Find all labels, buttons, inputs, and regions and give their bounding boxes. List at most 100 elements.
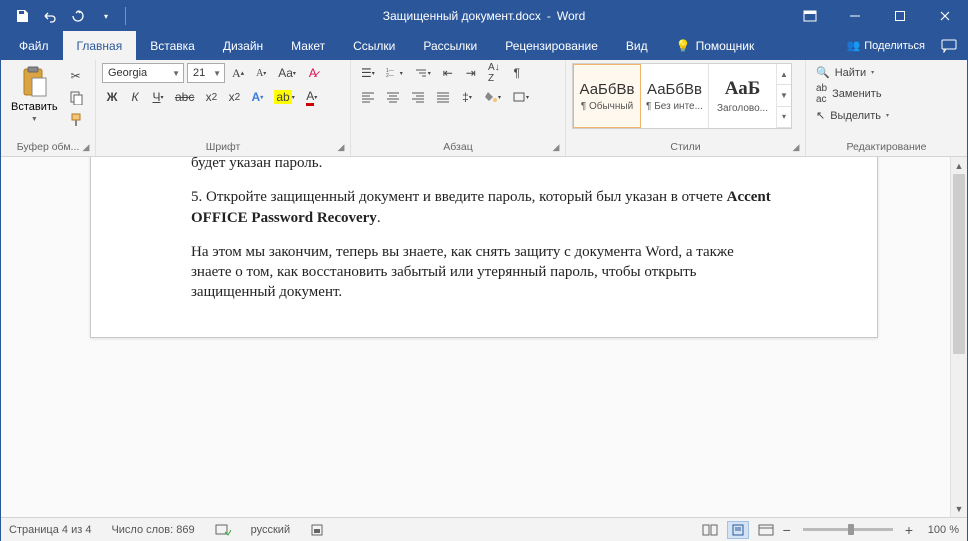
tab-home[interactable]: Главная bbox=[63, 31, 137, 60]
qat-customize-icon[interactable]: ▾ bbox=[95, 5, 117, 27]
undo-icon[interactable] bbox=[39, 5, 61, 27]
tab-design[interactable]: Дизайн bbox=[209, 31, 277, 60]
minimize-icon[interactable] bbox=[832, 1, 877, 31]
italic-icon[interactable]: К bbox=[125, 87, 145, 107]
comments-icon[interactable] bbox=[935, 39, 963, 53]
tab-file[interactable]: Файл bbox=[5, 31, 63, 60]
scroll-up-icon[interactable]: ▲ bbox=[777, 64, 791, 85]
select-button[interactable]: ↖Выделить▾ bbox=[812, 108, 961, 123]
paragraph-launcher-icon[interactable]: ◢ bbox=[550, 141, 562, 153]
increase-indent-icon[interactable]: ⇥ bbox=[461, 63, 481, 83]
styles-gallery[interactable]: АаБбВв ¶ Обычный АаБбВв ¶ Без инте... Аа… bbox=[572, 63, 792, 129]
copy-icon[interactable] bbox=[65, 88, 87, 108]
styles-expand-icon[interactable]: ▾ bbox=[777, 107, 791, 128]
status-language[interactable]: русский bbox=[251, 524, 290, 536]
superscript-icon[interactable]: x2 bbox=[224, 87, 244, 107]
font-launcher-icon[interactable]: ◢ bbox=[335, 141, 347, 153]
line-spacing-icon[interactable]: ‡▾ bbox=[457, 87, 477, 107]
align-left-icon[interactable] bbox=[357, 87, 379, 107]
show-marks-icon[interactable]: ¶ bbox=[507, 63, 527, 83]
borders-icon[interactable]: ▾ bbox=[508, 87, 533, 107]
tab-review[interactable]: Рецензирование bbox=[491, 31, 612, 60]
titlebar: ▾ Защищенный документ.docx - Word bbox=[1, 1, 967, 31]
decrease-indent-icon[interactable]: ⇤ bbox=[438, 63, 458, 83]
scroll-up-icon[interactable]: ▲ bbox=[951, 157, 967, 174]
cut-icon[interactable]: ✂ bbox=[65, 66, 87, 86]
font-size-combo[interactable]: 21▼ bbox=[187, 63, 225, 83]
change-case-icon[interactable]: Aa▾ bbox=[274, 63, 300, 83]
clear-formatting-icon[interactable]: A̷ bbox=[303, 63, 323, 83]
view-read-icon[interactable] bbox=[699, 521, 721, 539]
multilevel-icon[interactable]: ▾ bbox=[410, 63, 435, 83]
paste-button[interactable]: Вставить ▼ bbox=[7, 63, 62, 126]
sort-icon[interactable]: A↓Z bbox=[484, 63, 504, 83]
scrollbar-thumb[interactable] bbox=[953, 174, 965, 354]
vertical-scrollbar[interactable]: ▲ ▼ bbox=[950, 157, 967, 517]
text-effects-icon[interactable]: A▾ bbox=[247, 87, 267, 107]
statusbar: Страница 4 из 4 Число слов: 869 русский … bbox=[1, 517, 967, 541]
view-print-icon[interactable] bbox=[727, 521, 749, 539]
view-web-icon[interactable] bbox=[755, 521, 777, 539]
font-color-icon[interactable]: A▾ bbox=[302, 87, 322, 107]
justify-icon[interactable] bbox=[432, 87, 454, 107]
tab-layout[interactable]: Макет bbox=[277, 31, 339, 60]
numbering-icon[interactable]: 1―2―▾ bbox=[382, 63, 407, 83]
find-button[interactable]: 🔍Найти▾ bbox=[812, 65, 961, 80]
underline-icon[interactable]: Ч▾ bbox=[148, 87, 168, 107]
group-editing: 🔍Найти▾ abacЗаменить ↖Выделить▾ Редактир… bbox=[806, 60, 967, 156]
chevron-down-icon: ▼ bbox=[168, 69, 180, 78]
group-label-editing: Редактирование bbox=[812, 139, 961, 156]
redo-icon[interactable] bbox=[67, 5, 89, 27]
shrink-font-icon[interactable]: A▾ bbox=[251, 63, 271, 83]
group-font: Georgia▼ 21▼ A▴ A▾ Aa▾ A̷ Ж К Ч▾ abc x2 … bbox=[96, 60, 351, 156]
style-normal[interactable]: АаБбВв ¶ Обычный bbox=[573, 64, 641, 128]
format-painter-icon[interactable] bbox=[65, 110, 87, 130]
ribbon-display-icon[interactable] bbox=[787, 1, 832, 31]
share-button[interactable]: 👥 Поделиться bbox=[847, 39, 925, 52]
group-label-paragraph: Абзац bbox=[357, 139, 559, 156]
zoom-slider[interactable] bbox=[803, 528, 893, 531]
zoom-out-icon[interactable]: − bbox=[783, 522, 791, 538]
maximize-icon[interactable] bbox=[877, 1, 922, 31]
tab-insert[interactable]: Вставка bbox=[136, 31, 209, 60]
status-spellcheck-icon[interactable] bbox=[215, 523, 231, 537]
bullets-icon[interactable]: ☰▾ bbox=[357, 63, 379, 83]
grow-font-icon[interactable]: A▴ bbox=[228, 63, 248, 83]
subscript-icon[interactable]: x2 bbox=[201, 87, 221, 107]
replace-button[interactable]: abacЗаменить bbox=[812, 82, 961, 106]
status-right: − + 100 % bbox=[699, 521, 959, 539]
bold-icon[interactable]: Ж bbox=[102, 87, 122, 107]
chevron-down-icon: ▼ bbox=[209, 69, 221, 78]
tab-view[interactable]: Вид bbox=[612, 31, 662, 60]
styles-launcher-icon[interactable]: ◢ bbox=[790, 141, 802, 153]
align-center-icon[interactable] bbox=[382, 87, 404, 107]
save-icon[interactable] bbox=[11, 5, 33, 27]
clipboard-launcher-icon[interactable]: ◢ bbox=[80, 141, 92, 153]
group-clipboard: Вставить ▼ ✂ Буфер обм... ◢ bbox=[1, 60, 96, 156]
select-icon: ↖ bbox=[816, 109, 825, 122]
styles-scroll[interactable]: ▲ ▼ ▾ bbox=[777, 64, 791, 128]
close-icon[interactable] bbox=[922, 1, 967, 31]
scroll-down-icon[interactable]: ▼ bbox=[777, 85, 791, 106]
strikethrough-icon[interactable]: abc bbox=[171, 87, 198, 107]
status-macros-icon[interactable] bbox=[310, 523, 324, 537]
page[interactable]: будет указан пароль. 5. Откройте защищен… bbox=[90, 157, 878, 338]
zoom-level[interactable]: 100 % bbox=[919, 524, 959, 536]
shading-icon[interactable]: ▾ bbox=[480, 87, 505, 107]
doc-paragraph: На этом мы закончим, теперь вы знаете, к… bbox=[191, 242, 777, 303]
scroll-down-icon[interactable]: ▼ bbox=[951, 500, 967, 517]
highlight-icon[interactable]: ab▾ bbox=[270, 87, 298, 107]
status-word-count[interactable]: Число слов: 869 bbox=[111, 524, 194, 536]
tell-me[interactable]: 💡 Помощник bbox=[662, 31, 769, 60]
style-no-spacing[interactable]: АаБбВв ¶ Без инте... bbox=[641, 64, 709, 128]
chevron-down-icon: ▼ bbox=[31, 116, 38, 123]
style-heading1[interactable]: АаБ Заголово... bbox=[709, 64, 777, 128]
font-name-combo[interactable]: Georgia▼ bbox=[102, 63, 184, 83]
status-page[interactable]: Страница 4 из 4 bbox=[9, 524, 91, 536]
group-label-clipboard: Буфер обм... bbox=[7, 139, 89, 156]
group-label-styles: Стили bbox=[572, 139, 799, 156]
tab-references[interactable]: Ссылки bbox=[339, 31, 409, 60]
tab-mailings[interactable]: Рассылки bbox=[409, 31, 491, 60]
zoom-in-icon[interactable]: + bbox=[905, 522, 913, 538]
align-right-icon[interactable] bbox=[407, 87, 429, 107]
